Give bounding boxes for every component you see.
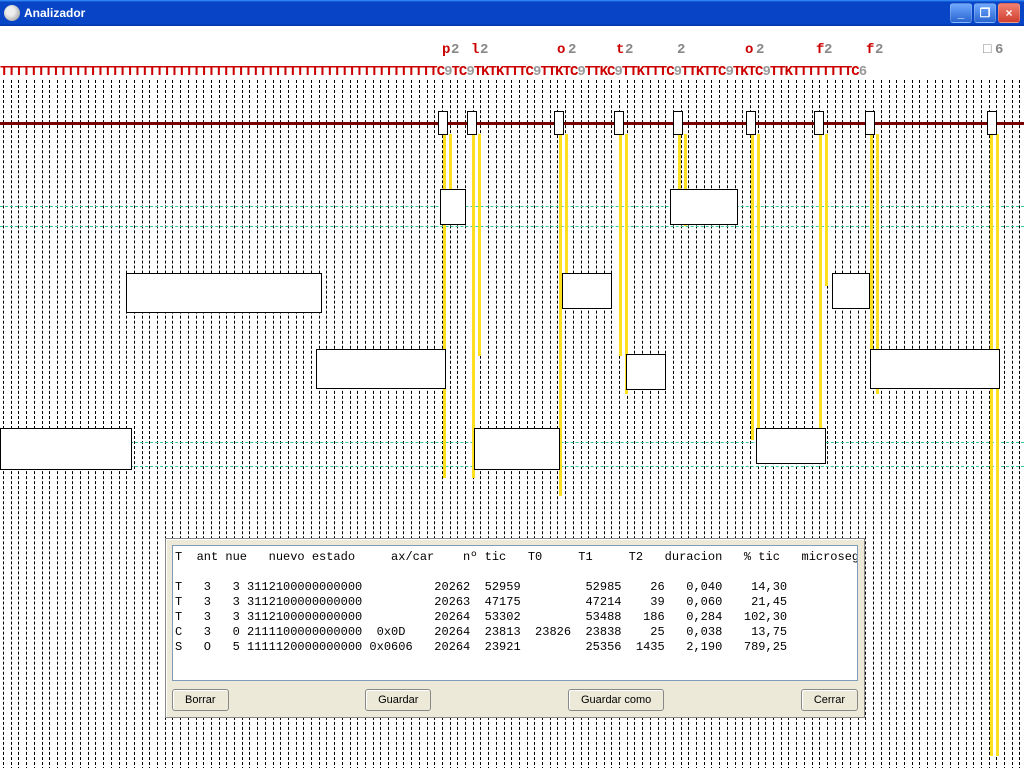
event-marker xyxy=(746,111,756,135)
event-marker xyxy=(987,111,997,135)
log-panel: T ant nue nuevo estado ax/car nº tic T0 … xyxy=(165,538,865,718)
channel-label: 6 xyxy=(995,42,1003,58)
guardar-como-button[interactable]: Guardar como xyxy=(568,689,664,711)
channel-label: 2 xyxy=(568,42,576,58)
signal-bar xyxy=(443,134,446,478)
cerrar-button[interactable]: Cerrar xyxy=(801,689,858,711)
channel-label: 2 xyxy=(824,42,832,58)
signal-bar xyxy=(990,134,993,756)
channel-label: 2 xyxy=(480,42,488,58)
event-marker xyxy=(467,111,477,135)
event-block xyxy=(832,273,870,309)
signal-bar xyxy=(678,134,681,196)
window-buttons: _ ❐ × xyxy=(950,3,1020,23)
channel-label: 2 xyxy=(625,42,633,58)
maximize-button[interactable]: ❐ xyxy=(974,3,996,23)
event-block xyxy=(440,189,466,225)
channel-label: o xyxy=(745,42,753,58)
event-marker xyxy=(814,111,824,135)
channel-label: p xyxy=(442,42,450,58)
channel-label: t xyxy=(616,42,624,58)
signal-bar xyxy=(751,134,754,440)
signal-bar xyxy=(819,134,822,456)
window-title: Analizador xyxy=(24,6,950,20)
app-icon xyxy=(4,5,20,21)
signal-bar xyxy=(825,134,828,286)
channel-label: 2 xyxy=(756,42,764,58)
channel-label: 2 xyxy=(451,42,459,58)
channel-label: l xyxy=(471,42,479,58)
event-block xyxy=(626,354,666,390)
event-block xyxy=(870,349,1000,389)
event-block xyxy=(474,428,560,470)
event-block xyxy=(756,428,826,464)
minimize-button[interactable]: _ xyxy=(950,3,972,23)
panel-buttons: Borrar Guardar Guardar como Cerrar xyxy=(172,689,858,711)
borrar-button[interactable]: Borrar xyxy=(172,689,229,711)
close-button[interactable]: × xyxy=(998,3,1020,23)
signal-bar xyxy=(449,134,452,196)
event-marker xyxy=(673,111,683,135)
event-block xyxy=(562,273,612,309)
signal-bar xyxy=(870,134,873,356)
channel-label: 2 xyxy=(677,42,685,58)
signal-bar xyxy=(472,134,475,478)
signal-bar xyxy=(996,134,999,756)
canvas: p2l2o2t22o2f2f2□6 TTTTTTTTTTTTTTTTTTTTTT… xyxy=(0,26,1024,768)
channel-label: 2 xyxy=(875,42,883,58)
event-marker xyxy=(554,111,564,135)
channel-label: f xyxy=(866,42,874,58)
event-block xyxy=(316,349,446,389)
log-listbox[interactable]: T ant nue nuevo estado ax/car nº tic T0 … xyxy=(172,545,858,681)
signal-bar xyxy=(478,134,481,356)
signal-bar xyxy=(619,134,622,356)
event-block xyxy=(126,273,322,313)
titlebar: Analizador _ ❐ × xyxy=(0,0,1024,26)
event-marker xyxy=(614,111,624,135)
event-block xyxy=(0,428,132,470)
signal-bar xyxy=(757,134,760,456)
signal-bar xyxy=(565,134,568,286)
guardar-button[interactable]: Guardar xyxy=(365,689,431,711)
event-block xyxy=(670,189,738,225)
event-marker xyxy=(438,111,448,135)
event-marker xyxy=(865,111,875,135)
channel-label: □ xyxy=(983,42,991,58)
channel-label: o xyxy=(557,42,565,58)
